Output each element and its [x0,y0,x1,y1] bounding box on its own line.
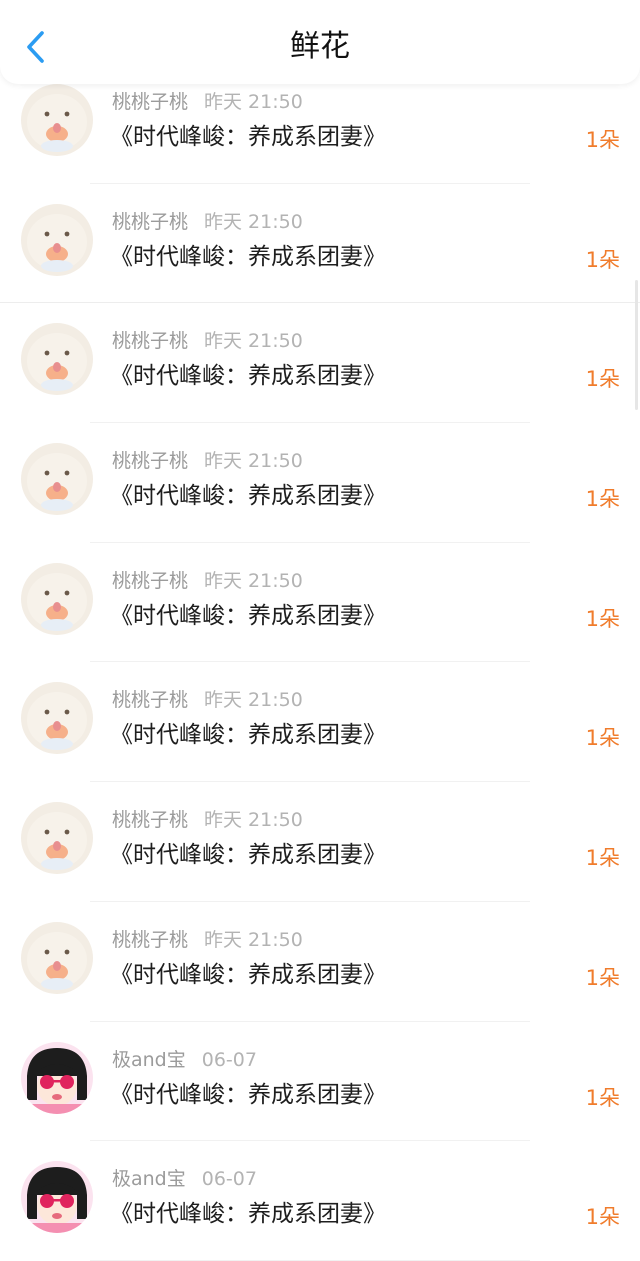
meta-line: 极and宝 06-07 [112,1167,257,1191]
work-title[interactable]: 《时代峰峻：养成系团妻》 [110,121,386,153]
work-title[interactable]: 《时代峰峻：养成系团妻》 [110,719,386,751]
cat-avatar[interactable] [21,323,93,396]
username[interactable]: 桃桃子桃 [112,689,188,711]
cartoon-girl-avatar[interactable] [21,1161,93,1234]
cat-avatar[interactable] [21,921,93,994]
flower-count: 1朵 [585,367,620,392]
cat-avatar[interactable] [21,682,93,755]
timestamp: 昨天 21:50 [204,809,303,832]
list-item[interactable]: 桃桃子桃 昨天 21:50 《时代峰峻：养成系团妻》 1朵 [0,303,640,424]
timestamp: 06-07 [201,1048,257,1071]
timestamp: 昨天 21:50 [204,928,303,951]
timestamp: 06-07 [201,1168,257,1191]
meta-line: 桃桃子桃 昨天 21:50 [112,449,303,473]
meta-line: 桃桃子桃 昨天 21:50 [112,329,303,353]
flower-count: 1朵 [585,247,620,272]
work-title[interactable]: 《时代峰峻：养成系团妻》 [110,480,386,512]
work-title[interactable]: 《时代峰峻：养成系团妻》 [110,1198,386,1230]
timestamp: 昨天 21:50 [204,450,303,473]
page-title: 鲜花 [290,29,350,64]
scrollbar[interactable] [635,280,638,410]
meta-line: 桃桃子桃 昨天 21:50 [112,808,303,832]
username[interactable]: 极and宝 [112,1049,186,1071]
timestamp: 昨天 21:50 [204,330,303,353]
work-title[interactable]: 《时代峰峻：养成系团妻》 [110,839,386,871]
flower-count: 1朵 [585,1205,620,1230]
list-item[interactable]: 极and宝 06-07 《时代峰峻：养成系团妻》 1朵 [0,1141,640,1261]
flower-count: 1朵 [585,846,620,871]
flower-count: 1朵 [585,1085,620,1110]
cat-avatar[interactable] [21,802,93,875]
meta-line: 极and宝 06-07 [112,1048,257,1072]
work-title[interactable]: 《时代峰峻：养成系团妻》 [110,360,386,392]
username[interactable]: 桃桃子桃 [112,450,188,472]
list-item[interactable]: 桃桃子桃 昨天 21:50 《时代峰峻：养成系团妻》 1朵 [0,902,640,1022]
username[interactable]: 极and宝 [112,1168,186,1190]
timestamp: 昨天 21:50 [204,210,303,233]
meta-line: 桃桃子桃 昨天 21:50 [112,210,303,234]
meta-line: 桃桃子桃 昨天 21:50 [112,90,303,114]
username[interactable]: 桃桃子桃 [112,211,188,233]
list-item[interactable]: 桃桃子桃 昨天 21:50 《时代峰峻：养成系团妻》 1朵 [0,782,640,902]
username[interactable]: 桃桃子桃 [112,809,188,831]
cat-avatar[interactable] [21,562,93,635]
username[interactable]: 桃桃子桃 [112,91,188,113]
flower-list: 桃桃子桃 昨天 21:50 《时代峰峻：养成系团妻》 1朵 桃桃子桃 昨天 21:5… [0,64,640,1261]
flower-count: 1朵 [585,487,620,512]
list-item[interactable]: 桃桃子桃 昨天 21:50 《时代峰峻：养成系团妻》 1朵 [0,184,640,304]
work-title[interactable]: 《时代峰峻：养成系团妻》 [110,600,386,632]
cat-avatar[interactable] [21,443,93,516]
work-title[interactable]: 《时代峰峻：养成系团妻》 [110,1079,386,1111]
meta-line: 桃桃子桃 昨天 21:50 [112,569,303,593]
list-item[interactable]: 桃桃子桃 昨天 21:50 《时代峰峻：养成系团妻》 1朵 [0,423,640,543]
timestamp: 昨天 21:50 [204,91,303,113]
list-item[interactable]: 桃桃子桃 昨天 21:50 《时代峰峻：养成系团妻》 1朵 [0,543,640,663]
flower-count: 1朵 [585,128,620,152]
flower-count: 1朵 [585,965,620,990]
work-title[interactable]: 《时代峰峻：养成系团妻》 [110,959,386,991]
timestamp: 昨天 21:50 [204,569,303,592]
list-item[interactable]: 极and宝 06-07 《时代峰峻：养成系团妻》 1朵 [0,1022,640,1142]
work-title[interactable]: 《时代峰峻：养成系团妻》 [110,241,386,273]
cat-avatar[interactable] [21,84,93,156]
cat-avatar[interactable] [21,203,93,276]
flower-count: 1朵 [585,606,620,631]
timestamp: 昨天 21:50 [204,689,303,712]
cartoon-girl-avatar[interactable] [21,1041,93,1114]
username[interactable]: 桃桃子桃 [112,330,188,352]
flower-count: 1朵 [585,726,620,751]
top-bar: 鲜花 [0,0,640,84]
list-item[interactable]: 桃桃子桃 昨天 21:50 《时代峰峻：养成系团妻》 1朵 [0,662,640,783]
username[interactable]: 桃桃子桃 [112,929,188,951]
username[interactable]: 桃桃子桃 [112,570,188,592]
meta-line: 桃桃子桃 昨天 21:50 [112,928,303,952]
meta-line: 桃桃子桃 昨天 21:50 [112,688,303,712]
